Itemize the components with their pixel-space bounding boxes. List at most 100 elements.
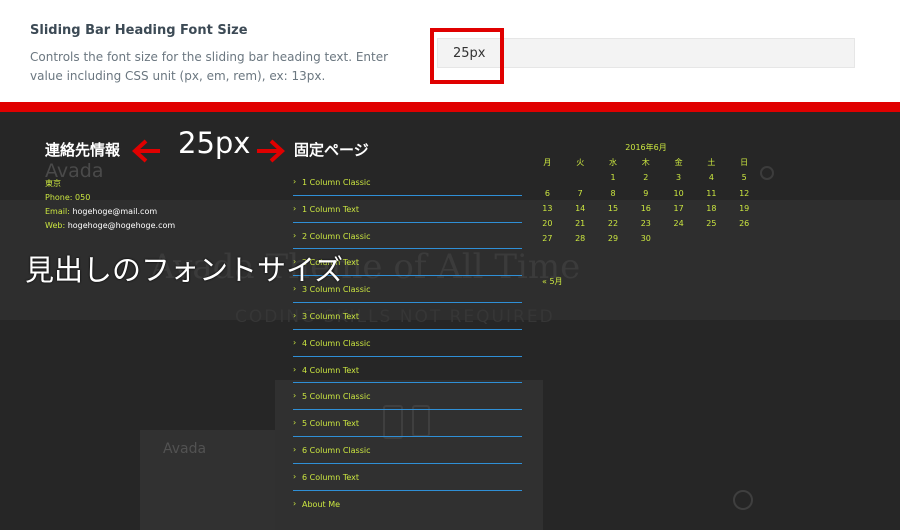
page-link[interactable]: › 1 Column Classic xyxy=(293,169,522,196)
calendar-day: 19 xyxy=(739,203,750,213)
page-link-label: 5 Column Classic xyxy=(302,392,371,402)
contact-web-row: Web: hogehoge@hogehoge.com xyxy=(45,219,175,233)
calendar-day: 16 xyxy=(640,203,651,213)
page-link[interactable]: › 6 Column Text xyxy=(293,464,522,491)
background-circle-icon xyxy=(733,490,753,510)
calendar-day: 4 xyxy=(708,173,714,183)
setting-description: Controls the font size for the sliding b… xyxy=(30,50,389,83)
calendar-day: 25 xyxy=(706,219,717,229)
calendar-day: 6 xyxy=(544,188,550,198)
page-link[interactable]: › 4 Column Text xyxy=(293,357,522,384)
page-link-label: 1 Column Classic xyxy=(302,178,371,187)
calendar-day: 29 xyxy=(607,234,619,244)
chevron-right-icon: › xyxy=(293,177,297,186)
calendar-day: 26 xyxy=(739,219,750,229)
settings-panel: Sliding Bar Heading Font Size Controls t… xyxy=(0,0,900,102)
calendar-day: 30 xyxy=(640,234,651,244)
calendar-weekday: 火 xyxy=(576,158,585,167)
calendar-day: 7 xyxy=(577,188,583,198)
page-link[interactable]: › About Me xyxy=(293,491,522,518)
page-link-label: 5 Column Text xyxy=(302,419,359,429)
calendar-day: 8 xyxy=(610,188,616,198)
calendar-day: 5 xyxy=(741,173,747,183)
pages-heading: 固定ページ xyxy=(294,141,369,159)
page-link-label: 3 Column Text xyxy=(302,311,359,321)
calendar-day: 14 xyxy=(575,203,586,213)
calendar-caption: 2016年6月 xyxy=(625,143,667,152)
setting-title: Sliding Bar Heading Font Size xyxy=(30,23,248,38)
calendar-day: 23 xyxy=(640,219,651,229)
page-link-label: 1 Column Text xyxy=(302,204,359,214)
page-link[interactable]: › 6 Column Classic xyxy=(293,437,522,464)
page-link-label: 6 Column Text xyxy=(302,472,359,482)
calendar-prev-month-link[interactable]: « 5月 xyxy=(542,276,563,287)
calendar-day: 2 xyxy=(643,173,649,183)
calendar-weekday: 木 xyxy=(641,158,650,167)
page-link[interactable]: › 4 Column Classic xyxy=(293,330,522,357)
chevron-right-icon: › xyxy=(293,471,297,481)
chevron-right-icon: › xyxy=(293,364,297,374)
calendar-day: 22 xyxy=(607,219,619,229)
page-link-label: 2 Column Classic xyxy=(302,231,371,241)
chevron-right-icon: › xyxy=(293,203,297,213)
contact-city: 東京 xyxy=(45,179,61,188)
pages-list: › 1 Column Classic › 1 Column Text › 2 Colu… xyxy=(293,169,522,517)
page-link[interactable]: › 2 Column Classic xyxy=(293,223,522,250)
calendar-empty-cell xyxy=(695,231,728,246)
calendar-day: 18 xyxy=(706,203,717,213)
page-link-label: 4 Column Classic xyxy=(302,338,371,348)
calendar-weekday: 月 xyxy=(543,158,552,167)
chevron-right-icon: › xyxy=(293,391,297,401)
calendar-day: 24 xyxy=(673,219,684,229)
calendar-widget: 2016年6月 月火水木金土日 1 2 3 4 5 6 7 8 9 10 11 12 13 14 15 16 17… xyxy=(531,141,761,286)
calendar-day: 21 xyxy=(575,219,586,229)
chevron-right-icon: › xyxy=(293,418,297,428)
sliding-bar-preview: Avada Avada Theme of All Time CODING SKI… xyxy=(0,112,900,530)
chevron-right-icon: › xyxy=(293,310,297,320)
calendar-empty-cell xyxy=(564,170,597,185)
arrow-left-icon xyxy=(132,139,160,163)
chevron-right-icon: › xyxy=(293,444,297,454)
contact-email-link[interactable]: hogehoge@mail.com xyxy=(72,207,157,216)
calendar-weekday: 日 xyxy=(740,158,749,167)
contact-email-row: Email: hogehoge@mail.com xyxy=(45,205,175,219)
chevron-right-icon: › xyxy=(293,498,297,508)
page-link[interactable]: › 1 Column Text xyxy=(293,196,522,223)
page-link[interactable]: › 5 Column Classic xyxy=(293,383,522,411)
calendar-day: 11 xyxy=(706,188,717,198)
contact-email-label: Email: xyxy=(45,207,70,216)
calendar-grid: 月火水木金土日 1 2 3 4 5 6 7 8 9 10 11 12 13 14 15 16 17 18 19 20 21… xyxy=(531,155,761,247)
background-search-icon xyxy=(760,166,774,180)
page-link-label: About Me xyxy=(302,499,341,509)
font-size-input[interactable] xyxy=(437,38,855,68)
chevron-right-icon: › xyxy=(293,337,297,347)
calendar-day: 3 xyxy=(676,173,682,183)
page-link-label: 6 Column Classic xyxy=(302,445,371,455)
calendar-weekday: 金 xyxy=(674,158,683,167)
overlay-caption: 見出しのフォントサイズ xyxy=(25,253,344,287)
arrow-right-icon xyxy=(257,139,285,163)
page-link-label: 4 Column Text xyxy=(302,365,359,375)
calendar-day: 9 xyxy=(643,188,649,198)
chevron-right-icon: › xyxy=(293,230,297,240)
calendar-empty-cell xyxy=(531,170,564,185)
calendar-empty-cell xyxy=(728,231,761,246)
page-link[interactable]: › 5 Column Text xyxy=(293,410,522,437)
calendar-day: 12 xyxy=(739,188,750,198)
font-size-annotation: 25px xyxy=(178,126,251,160)
contact-phone: Phone: 050 xyxy=(45,193,91,202)
calendar-weekday: 土 xyxy=(707,158,716,167)
contact-heading: 連絡先情報 xyxy=(45,141,121,159)
calendar-day: 17 xyxy=(673,203,684,213)
background-logo-2: Avada xyxy=(163,441,207,457)
background-card xyxy=(140,430,275,530)
contact-info: 東京 Phone: 050 Email: hogehoge@mail.com W… xyxy=(45,177,175,233)
calendar-weekday: 水 xyxy=(608,158,617,167)
calendar-day: 28 xyxy=(575,234,586,244)
contact-web-label: Web: xyxy=(45,221,66,230)
page-link[interactable]: › 3 Column Text xyxy=(293,303,522,330)
calendar-day: 15 xyxy=(607,203,619,213)
contact-web-link[interactable]: hogehoge@hogehoge.com xyxy=(68,221,176,230)
calendar-day: 13 xyxy=(542,203,553,213)
calendar-day: 27 xyxy=(542,234,553,244)
